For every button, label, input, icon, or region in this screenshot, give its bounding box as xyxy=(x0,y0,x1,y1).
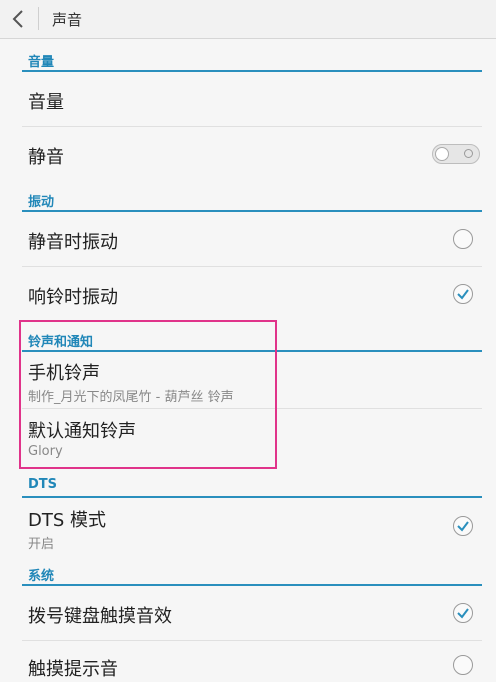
vibrate-ring-checkbox[interactable] xyxy=(453,284,473,304)
row-subtitle: Glory xyxy=(28,444,63,459)
row-subtitle: 开启 xyxy=(28,537,55,552)
row-title: 默认通知铃声 xyxy=(28,421,136,442)
toggle-off-ring xyxy=(464,149,473,158)
check-icon xyxy=(457,289,469,300)
section-label: 系统 xyxy=(28,569,55,584)
row-title: 拨号键盘触摸音效 xyxy=(28,606,172,627)
header-divider xyxy=(38,7,39,30)
section-header-vibrate: 振动 xyxy=(22,188,482,212)
touch-sound-row[interactable]: 触摸提示音 xyxy=(0,641,496,682)
section-label: 铃声和通知 xyxy=(28,335,94,350)
vibrate-when-silent-row[interactable]: 静音时振动 xyxy=(0,212,496,266)
row-title: 音量 xyxy=(28,92,64,113)
phone-ringtone-row[interactable]: 手机铃声 制作_月光下的凤尾竹 - 葫芦丝 铃声 xyxy=(0,352,496,408)
dial-pad-touch-sound-row[interactable]: 拨号键盘触摸音效 xyxy=(0,586,496,640)
section-label: 音量 xyxy=(28,55,55,70)
row-title: 手机铃声 xyxy=(28,363,100,384)
check-icon xyxy=(457,521,469,532)
vibrate-when-ringing-row[interactable]: 响铃时振动 xyxy=(0,267,496,321)
section-header-volume: 音量 xyxy=(22,48,482,72)
dial-touch-checkbox[interactable] xyxy=(453,603,473,623)
row-title: DTS 模式 xyxy=(28,510,107,531)
section-label: 振动 xyxy=(28,195,55,210)
section-header-system: 系统 xyxy=(22,562,482,586)
page-title: 声音 xyxy=(52,11,83,29)
row-title: 静音时振动 xyxy=(28,232,118,253)
touch-sound-checkbox[interactable] xyxy=(453,655,473,675)
dts-mode-row[interactable]: DTS 模式 开启 xyxy=(0,498,496,556)
row-title: 响铃时振动 xyxy=(28,287,118,308)
section-label: DTS xyxy=(28,477,58,492)
section-header-dts: DTS xyxy=(22,474,482,498)
mute-toggle[interactable] xyxy=(432,144,480,164)
default-notification-ringtone-row[interactable]: 默认通知铃声 Glory xyxy=(0,409,496,469)
back-button[interactable] xyxy=(0,0,36,38)
mute-row[interactable]: 静音 xyxy=(0,127,496,183)
chevron-left-icon xyxy=(12,10,23,28)
dts-mode-checkbox[interactable] xyxy=(453,516,473,536)
row-title: 触摸提示音 xyxy=(28,659,118,680)
sound-settings-page: 声音 音量 音量 静音 振动 静音时振动 响铃时振动 铃声和通知 手机铃声 制作… xyxy=(0,0,496,682)
row-title: 静音 xyxy=(28,147,64,168)
section-header-ringtones: 铃声和通知 xyxy=(22,328,482,352)
volume-row[interactable]: 音量 xyxy=(0,72,496,126)
check-icon xyxy=(457,608,469,619)
title-bar: 声音 xyxy=(0,0,496,39)
row-subtitle: 制作_月光下的凤尾竹 - 葫芦丝 铃声 xyxy=(28,390,234,405)
vibrate-silent-checkbox[interactable] xyxy=(453,229,473,249)
toggle-knob xyxy=(435,147,449,161)
